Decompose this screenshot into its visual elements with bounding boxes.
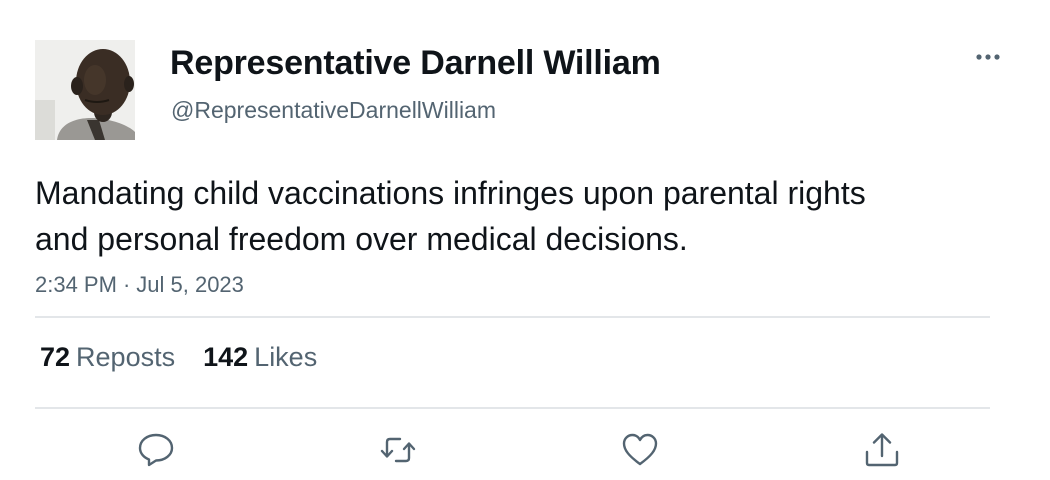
likes-label: Likes [254,342,318,372]
repost-button[interactable] [378,430,418,470]
likes-count: 142 [203,342,249,372]
more-dots-icon [976,54,1000,60]
profile-photo-icon [35,40,135,140]
reply-button[interactable] [136,430,176,470]
repost-arrows-icon [380,437,416,463]
author-handle[interactable]: @RepresentativeDarnellWilliam [171,97,496,124]
reposts-label: Reposts [76,342,176,372]
divider [35,316,990,318]
more-options-button[interactable] [968,40,1008,74]
post-date: Jul 5, 2023 [136,272,244,297]
speech-bubble-icon [138,433,174,467]
post-stats: 72 Reposts 142 Likes [40,342,345,373]
like-button[interactable] [620,430,660,470]
post-text: Mandating child vaccinations infringes u… [35,175,866,257]
divider [35,407,990,409]
heart-icon [622,433,658,466]
post-timestamp[interactable]: 2:34 PM · Jul 5, 2023 [35,272,244,298]
share-button[interactable] [862,430,902,470]
likes-stat[interactable]: 142 Likes [203,342,317,373]
timestamp-separator: · [122,272,131,297]
avatar[interactable] [35,40,135,140]
share-upload-icon [865,433,899,467]
reposts-stat[interactable]: 72 Reposts [40,342,175,373]
reposts-count: 72 [40,342,71,372]
author-display-name[interactable]: Representative Darnell William [170,44,661,83]
post-time: 2:34 PM [35,272,117,297]
